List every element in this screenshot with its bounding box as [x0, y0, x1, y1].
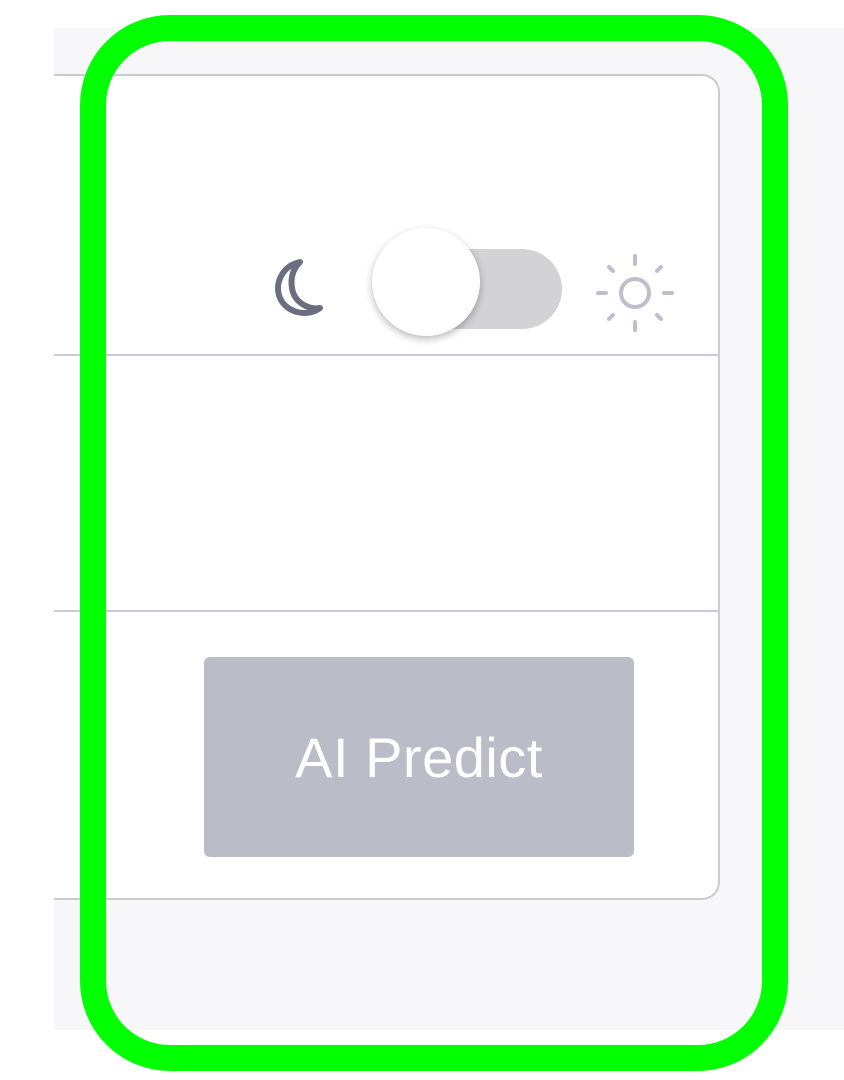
theme-toggle-row	[54, 76, 718, 354]
panel-divider-top	[54, 354, 718, 356]
theme-switch[interactable]	[372, 228, 562, 336]
theme-switch-knob[interactable]	[372, 228, 480, 336]
panel-divider-bottom	[54, 610, 718, 612]
screenshot-canvas: AI Predict	[0, 0, 844, 1080]
ai-predict-button[interactable]: AI Predict	[204, 657, 634, 857]
sun-icon	[596, 254, 674, 332]
moon-icon	[275, 259, 323, 316]
